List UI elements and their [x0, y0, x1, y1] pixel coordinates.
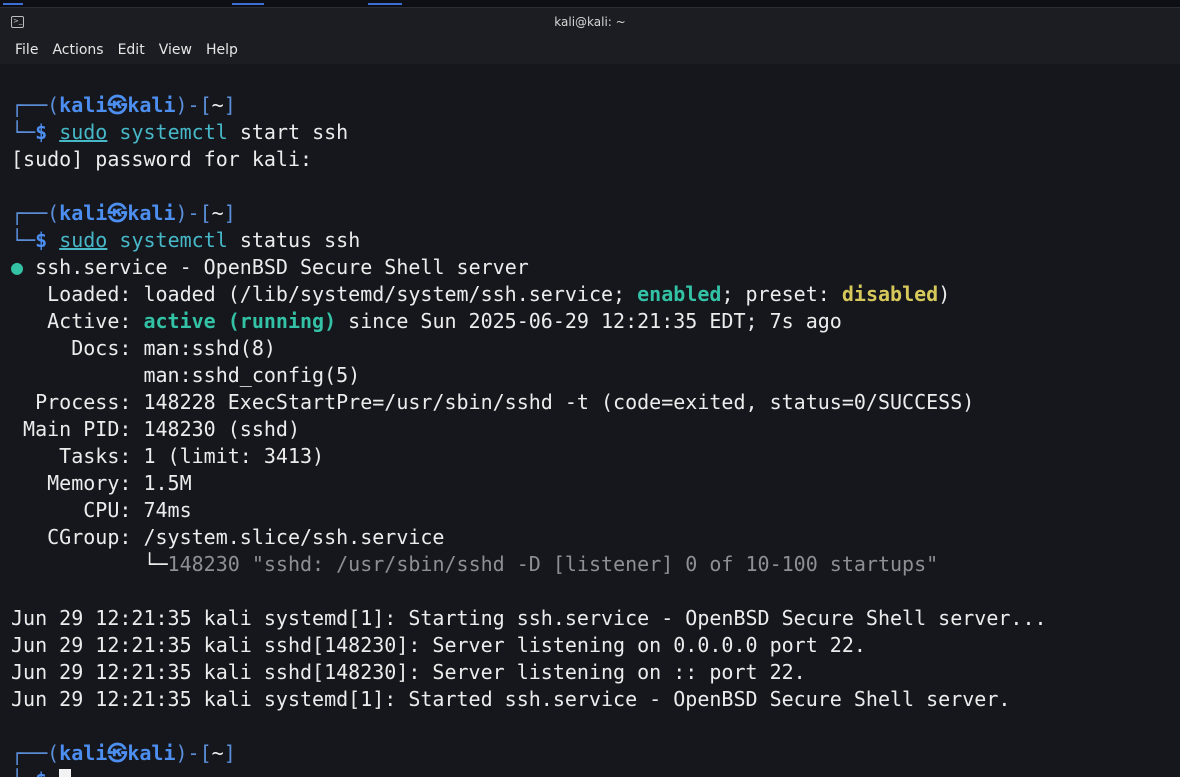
memory-line: Memory: 1.5M — [11, 471, 192, 495]
tasks-line: Tasks: 1 (limit: 3413) — [11, 444, 325, 468]
command-line[interactable]: └─$ — [11, 767, 1047, 777]
docs-line: man:sshd_config(5) — [11, 363, 361, 387]
taskbar — [0, 0, 1180, 8]
menu-actions[interactable]: Actions — [52, 42, 103, 58]
status-dot-icon: ● — [11, 255, 24, 279]
active-line: Active: active (running) since Sun 2025-… — [11, 309, 842, 333]
loaded-line: Loaded: loaded (/lib/systemd/system/ssh.… — [11, 282, 951, 306]
prompt-line: ┌──(kali㉿kali)-[~] — [11, 201, 236, 225]
taskbar-indicator — [3, 3, 23, 5]
docs-line: Docs: man:sshd(8) — [11, 336, 276, 360]
log-line: Jun 29 12:21:35 kali systemd[1]: Startin… — [11, 606, 1047, 630]
cgroup-line: CGroup: /system.slice/ssh.service — [11, 525, 445, 549]
service-title-line: ● ssh.service - OpenBSD Secure Shell ser… — [11, 255, 529, 279]
terminal-output: ┌──(kali㉿kali)-[~] └─$ sudo systemctl sta… — [11, 92, 1047, 777]
menu-help[interactable]: Help — [206, 42, 238, 58]
cgroup-child-line: └─148230 "sshd: /usr/sbin/sshd -D [liste… — [11, 552, 939, 576]
sudo-password-prompt: [sudo] password for kali: — [11, 147, 313, 171]
text-cursor — [59, 769, 72, 777]
log-line: Jun 29 12:21:35 kali sshd[148230]: Serve… — [11, 633, 866, 657]
menu-file[interactable]: File — [15, 42, 38, 58]
terminal-icon: >_ — [11, 16, 24, 28]
log-line: Jun 29 12:21:35 kali sshd[148230]: Serve… — [11, 660, 806, 684]
menu-edit[interactable]: Edit — [118, 42, 145, 58]
taskbar-indicator — [368, 3, 402, 5]
command-line: └─$ sudo systemctl status ssh — [11, 228, 361, 252]
process-line: Process: 148228 ExecStartPre=/usr/sbin/s… — [11, 390, 975, 414]
menu-bar: File Actions Edit View Help — [0, 36, 1180, 64]
prompt-line: ┌──(kali㉿kali)-[~] — [11, 93, 236, 117]
terminal-area[interactable]: ┌──(kali㉿kali)-[~] └─$ sudo systemctl sta… — [0, 64, 1180, 777]
log-line: Jun 29 12:21:35 kali systemd[1]: Started… — [11, 687, 1011, 711]
menu-view[interactable]: View — [159, 42, 192, 58]
main-pid-line: Main PID: 148230 (sshd) — [11, 417, 300, 441]
window-titlebar[interactable]: >_ kali@kali: ~ — [0, 8, 1180, 36]
taskbar-indicator — [232, 3, 264, 5]
prompt-line: ┌──(kali㉿kali)-[~] — [11, 741, 236, 765]
cpu-line: CPU: 74ms — [11, 498, 192, 522]
command-line: └─$ sudo systemctl start ssh — [11, 120, 349, 144]
window-title: kali@kali: ~ — [554, 15, 626, 29]
